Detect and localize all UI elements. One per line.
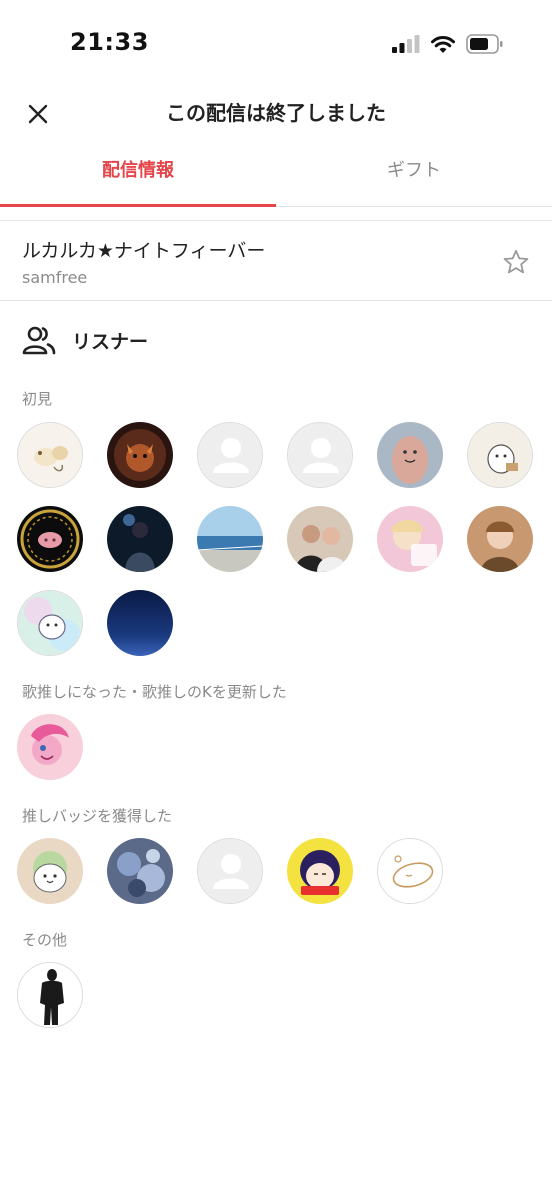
stream-title: ルカルカ★ナイトフィーバー — [22, 240, 266, 262]
tab-gift-label: ギフト — [387, 160, 441, 181]
listener-header: リスナー — [22, 322, 148, 358]
status-icons — [392, 34, 504, 54]
listener-avatar[interactable] — [377, 838, 443, 904]
listener-avatar[interactable] — [107, 838, 173, 904]
listener-avatar[interactable] — [17, 838, 83, 904]
tab-bar: 配信情報 ギフト — [0, 148, 552, 207]
signal-icon — [392, 35, 420, 53]
status-time: 21:33 — [70, 28, 149, 56]
listener-avatar-default[interactable] — [197, 838, 263, 904]
listener-title: リスナー — [72, 330, 149, 353]
listener-avatar[interactable] — [287, 838, 353, 904]
divider — [0, 220, 552, 221]
header: この配信は終了しました — [0, 88, 552, 138]
listener-avatar[interactable] — [467, 506, 533, 572]
section-label-first-time: 初見 — [22, 390, 53, 408]
listener-avatar[interactable] — [197, 506, 263, 572]
section-label-badge: 推しバッジを獲得した — [22, 807, 173, 825]
listener-avatar[interactable] — [377, 422, 443, 488]
listener-avatar-default[interactable] — [287, 422, 353, 488]
star-icon[interactable] — [502, 248, 530, 276]
listener-avatar[interactable] — [17, 714, 83, 780]
listener-avatar[interactable] — [377, 506, 443, 572]
tab-stream-info[interactable]: 配信情報 — [0, 148, 276, 206]
tab-stream-info-label: 配信情報 — [102, 160, 174, 181]
active-tab-indicator — [0, 204, 276, 207]
users-icon — [22, 326, 56, 355]
battery-icon — [466, 34, 503, 54]
listener-avatar[interactable] — [17, 962, 83, 1028]
status-bar: 21:33 — [0, 0, 552, 88]
tab-gift[interactable]: ギフト — [276, 148, 552, 206]
listener-avatar[interactable] — [107, 506, 173, 572]
listener-avatar[interactable] — [17, 506, 83, 572]
section-label-song-fan: 歌推しになった・歌推しのKを更新した — [22, 683, 287, 701]
listener-avatar[interactable] — [287, 506, 353, 572]
listener-avatar[interactable] — [107, 590, 173, 656]
stream-user[interactable]: samfree — [22, 268, 87, 287]
stream-info: ルカルカ★ナイトフィーバー samfree — [0, 222, 552, 301]
page-title: この配信は終了しました — [166, 101, 386, 125]
listener-avatar[interactable] — [467, 422, 533, 488]
listener-avatar[interactable] — [17, 590, 83, 656]
section-label-other: その他 — [22, 931, 68, 949]
listener-avatar[interactable] — [17, 422, 83, 488]
listener-avatar[interactable] — [107, 422, 173, 488]
wifi-icon — [431, 35, 455, 53]
listener-avatar-default[interactable] — [197, 422, 263, 488]
